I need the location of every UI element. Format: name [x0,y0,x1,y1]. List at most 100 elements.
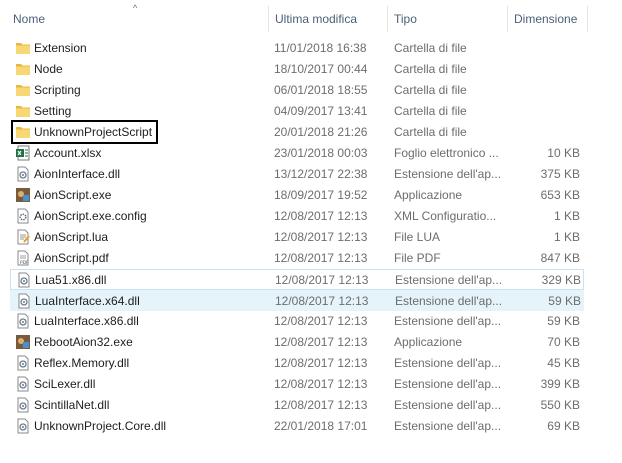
file-name: Account.xlsx [34,146,102,160]
file-row[interactable]: PDF AionScript.pdf 12/08/2017 12:13 File PD… [10,248,584,269]
dll-file-icon [16,293,32,309]
app-exe-icon [15,187,31,203]
modified-date: 23/01/2018 00:03 [274,146,368,160]
file-size: 653 KB [540,188,580,202]
file-name: AionScript.exe.config [34,209,147,223]
file-type: Estensione dell'ap... [395,273,503,287]
dll-file-icon [15,397,31,413]
modified-date: 06/01/2018 18:55 [274,83,368,97]
file-type: File LUA [394,230,441,244]
file-row[interactable]: Account.xlsx 23/01/2018 00:03 Foglio elett… [10,143,584,164]
file-row[interactable]: AionScript.exe 18/09/2017 19:52 Applicazio… [10,185,584,206]
file-type: Cartella di file [394,83,467,97]
app-exe-icon [15,334,31,350]
folder-row[interactable]: Scripting 06/01/2018 18:55 Cartella di fil… [10,80,584,101]
dll-file-icon [15,355,31,371]
modified-date: 22/01/2018 17:01 [274,419,368,433]
column-divider[interactable] [587,6,588,32]
file-type: Estensione dell'ap... [394,377,502,391]
file-name: AionScript.lua [34,230,109,244]
modified-date: 12/08/2017 12:13 [274,314,368,328]
file-type: Estensione dell'ap... [395,294,503,308]
folder-icon [15,124,31,140]
file-name: Lua51.x86.dll [35,273,107,287]
file-size: 45 KB [547,356,580,370]
dll-file-icon [16,272,32,288]
file-size: 399 KB [540,377,580,391]
modified-date: 11/01/2018 16:38 [274,41,367,55]
file-size: 1 KB [553,230,580,244]
modified-date: 20/01/2018 21:26 [274,125,368,139]
column-header-size[interactable]: Dimensione [514,0,594,38]
modified-date: 18/09/2017 19:52 [274,188,368,202]
column-divider[interactable] [268,6,269,32]
file-type: XML Configuratio... [394,209,497,223]
file-size [508,122,580,143]
folder-row[interactable]: Extension 11/01/2018 16:38 Cartella di fil… [10,38,584,59]
modified-date: 12/08/2017 12:13 [274,230,368,244]
file-name: Reflex.Memory.dll [34,356,130,370]
dll-file-icon [15,418,31,434]
dll-file-icon [15,313,31,329]
file-name: AionInterface.dll [34,167,121,181]
file-name: SciLexer.dll [34,377,96,391]
file-row[interactable]: LuaInterface.x64.dll 12/08/2017 12:13 Este… [10,290,584,311]
column-header-name[interactable]: Nome [13,0,263,38]
file-row[interactable]: LuaInterface.x86.dll 12/08/2017 12:13 Este… [10,311,584,332]
modified-date: 12/08/2017 12:13 [275,294,369,308]
folder-icon [15,82,31,98]
modified-date: 12/08/2017 12:13 [274,398,368,412]
file-type: Cartella di file [394,104,467,118]
dll-file-icon [15,376,31,392]
file-size: 70 KB [547,335,580,349]
file-type: Estensione dell'ap... [394,398,502,412]
modified-date: 18/10/2017 00:44 [274,62,368,76]
file-type: Estensione dell'ap... [394,314,502,328]
modified-date: 12/08/2017 12:13 [274,356,368,370]
file-row[interactable]: RebootAion32.exe 12/08/2017 12:13 Applicaz… [10,332,584,353]
file-name: Node [34,62,63,76]
file-size: 10 KB [547,146,580,160]
file-size [508,80,580,101]
folder-row[interactable]: Node 18/10/2017 00:44 Cartella di file [10,59,584,80]
modified-date: 12/08/2017 12:13 [274,377,368,391]
config-file-icon [15,208,31,224]
file-size: 329 KB [541,273,581,287]
modified-date: 12/08/2017 12:13 [275,273,369,287]
column-divider[interactable] [507,6,508,32]
file-name: LuaInterface.x86.dll [34,314,139,328]
file-row[interactable]: ScintillaNet.dll 12/08/2017 12:13 Estensio… [10,395,584,416]
file-size: 1 KB [553,209,580,223]
column-divider[interactable] [387,6,388,32]
file-name: Setting [34,104,72,118]
file-row[interactable]: AionScript.lua 12/08/2017 12:13 File LUA 1 … [10,227,584,248]
file-name: LuaInterface.x64.dll [35,294,140,308]
modified-date: 12/08/2017 12:13 [274,209,368,223]
file-size: 375 KB [540,167,580,181]
file-row[interactable]: AionInterface.dll 13/12/2017 22:38 Estensi… [10,164,584,185]
file-row[interactable]: Reflex.Memory.dll 12/08/2017 12:13 Estensi… [10,353,584,374]
file-size: 59 KB [548,294,581,308]
file-name: AionScript.exe [34,188,112,202]
folder-row[interactable]: UnknownProjectScript 20/01/2018 21:26 Cart… [10,122,584,143]
lua-file-icon [15,229,31,245]
file-row[interactable]: SciLexer.dll 12/08/2017 12:13 Estensione d… [10,374,584,395]
column-header-bar: ^ Nome Ultima modifica Tipo Dimensione [0,0,622,38]
file-row[interactable]: AionScript.exe.config 12/08/2017 12:13 XML… [10,206,584,227]
file-size: 59 KB [547,314,580,328]
file-size [508,101,580,122]
file-row[interactable]: Lua51.x86.dll 12/08/2017 12:13 Estensione … [10,269,584,290]
modified-date: 13/12/2017 22:38 [274,167,368,181]
file-type: Applicazione [394,335,463,349]
file-type: File PDF [394,251,441,265]
folder-icon [15,103,31,119]
modified-date: 04/09/2017 13:41 [274,104,368,118]
file-name: UnknownProject.Core.dll [34,419,167,433]
column-header-modified[interactable]: Ultima modifica [275,0,385,38]
file-size: 550 KB [540,398,580,412]
file-row[interactable]: UnknownProject.Core.dll 22/01/2018 17:01 E… [10,416,584,437]
file-type: Cartella di file [394,41,467,55]
folder-row[interactable]: Setting 04/09/2017 13:41 Cartella di file [10,101,584,122]
column-header-type[interactable]: Tipo [394,0,504,38]
file-name: Scripting [34,83,81,97]
